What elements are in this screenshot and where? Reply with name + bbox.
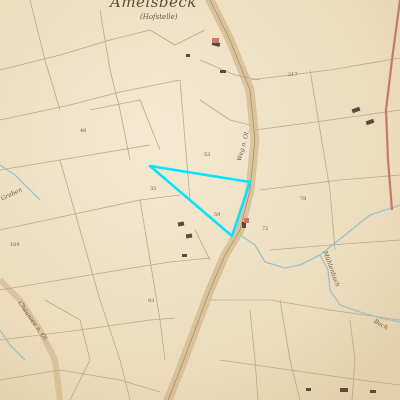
map-canvas[interactable]: Amelsbeck (Hofstelle) Weg n. Ol. Chausse… [0,0,400,400]
map-svg [0,0,400,400]
